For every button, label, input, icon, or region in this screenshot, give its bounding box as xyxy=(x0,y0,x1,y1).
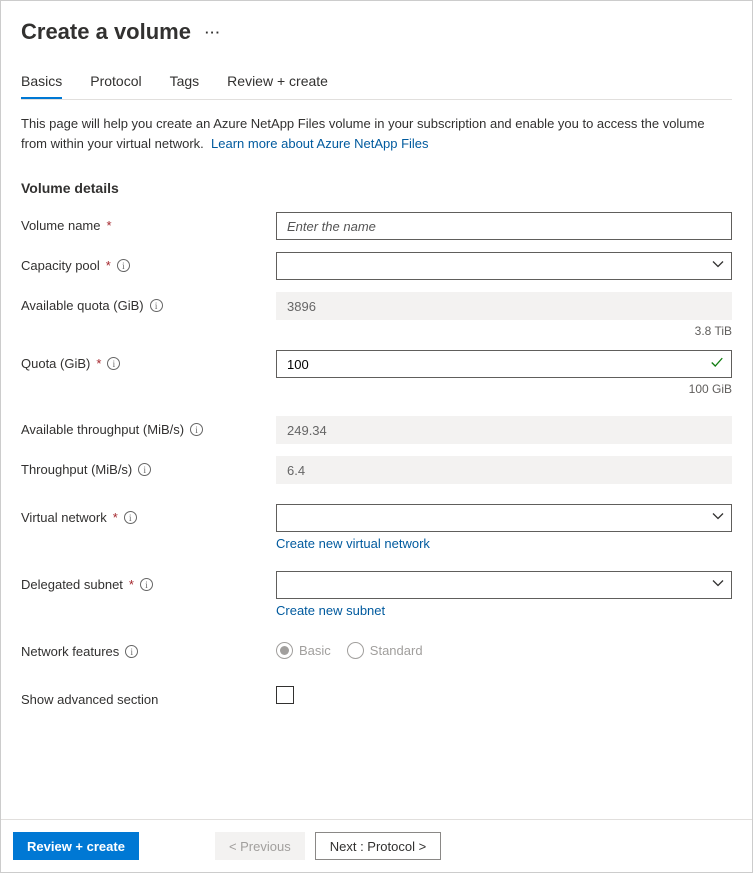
radio-icon xyxy=(347,642,364,659)
learn-more-link[interactable]: Learn more about Azure NetApp Files xyxy=(211,136,429,151)
show-advanced-checkbox[interactable] xyxy=(276,686,294,704)
virtual-network-label: Virtual network xyxy=(21,510,107,525)
throughput-input xyxy=(276,456,732,484)
more-actions-icon[interactable]: ··· xyxy=(205,25,221,40)
info-icon[interactable]: i xyxy=(190,423,203,436)
available-quota-sub: 3.8 TiB xyxy=(276,324,732,338)
required-indicator: * xyxy=(106,258,111,273)
next-button[interactable]: Next : Protocol > xyxy=(315,832,441,860)
info-icon[interactable]: i xyxy=(107,357,120,370)
volume-name-label: Volume name xyxy=(21,218,101,233)
info-icon[interactable]: i xyxy=(140,578,153,591)
throughput-label: Throughput (MiB/s) xyxy=(21,462,132,477)
page-title: Create a volume xyxy=(21,19,191,45)
create-vnet-link[interactable]: Create new virtual network xyxy=(276,536,732,551)
section-title: Volume details xyxy=(21,180,732,196)
info-icon[interactable]: i xyxy=(138,463,151,476)
available-quota-label: Available quota (GiB) xyxy=(21,298,144,313)
radio-basic[interactable]: Basic xyxy=(276,642,331,659)
tab-tags[interactable]: Tags xyxy=(170,73,200,99)
available-throughput-input xyxy=(276,416,732,444)
quota-label: Quota (GiB) xyxy=(21,356,90,371)
info-icon[interactable]: i xyxy=(150,299,163,312)
virtual-network-select[interactable] xyxy=(276,504,732,532)
previous-button[interactable]: < Previous xyxy=(215,832,305,860)
required-indicator: * xyxy=(96,356,101,371)
capacity-pool-select[interactable] xyxy=(276,252,732,280)
delegated-subnet-select[interactable] xyxy=(276,571,732,599)
create-subnet-link[interactable]: Create new subnet xyxy=(276,603,732,618)
tab-basics[interactable]: Basics xyxy=(21,73,62,99)
quota-sub: 100 GiB xyxy=(276,382,732,396)
volume-name-input[interactable] xyxy=(276,212,732,240)
tab-review-create[interactable]: Review + create xyxy=(227,73,328,99)
review-create-button[interactable]: Review + create xyxy=(13,832,139,860)
intro-text: This page will help you create an Azure … xyxy=(21,114,721,154)
show-advanced-label: Show advanced section xyxy=(21,692,158,707)
radio-icon xyxy=(276,642,293,659)
info-icon[interactable]: i xyxy=(117,259,130,272)
required-indicator: * xyxy=(113,510,118,525)
available-quota-input xyxy=(276,292,732,320)
radio-standard[interactable]: Standard xyxy=(347,642,423,659)
required-indicator: * xyxy=(107,218,112,233)
info-icon[interactable]: i xyxy=(124,511,137,524)
info-icon[interactable]: i xyxy=(125,645,138,658)
available-throughput-label: Available throughput (MiB/s) xyxy=(21,422,184,437)
required-indicator: * xyxy=(129,577,134,592)
tab-protocol[interactable]: Protocol xyxy=(90,73,141,99)
capacity-pool-label: Capacity pool xyxy=(21,258,100,273)
delegated-subnet-label: Delegated subnet xyxy=(21,577,123,592)
network-features-label: Network features xyxy=(21,644,119,659)
tab-bar: Basics Protocol Tags Review + create xyxy=(21,73,732,100)
footer-bar: Review + create < Previous Next : Protoc… xyxy=(1,819,752,872)
quota-input[interactable] xyxy=(276,350,732,378)
